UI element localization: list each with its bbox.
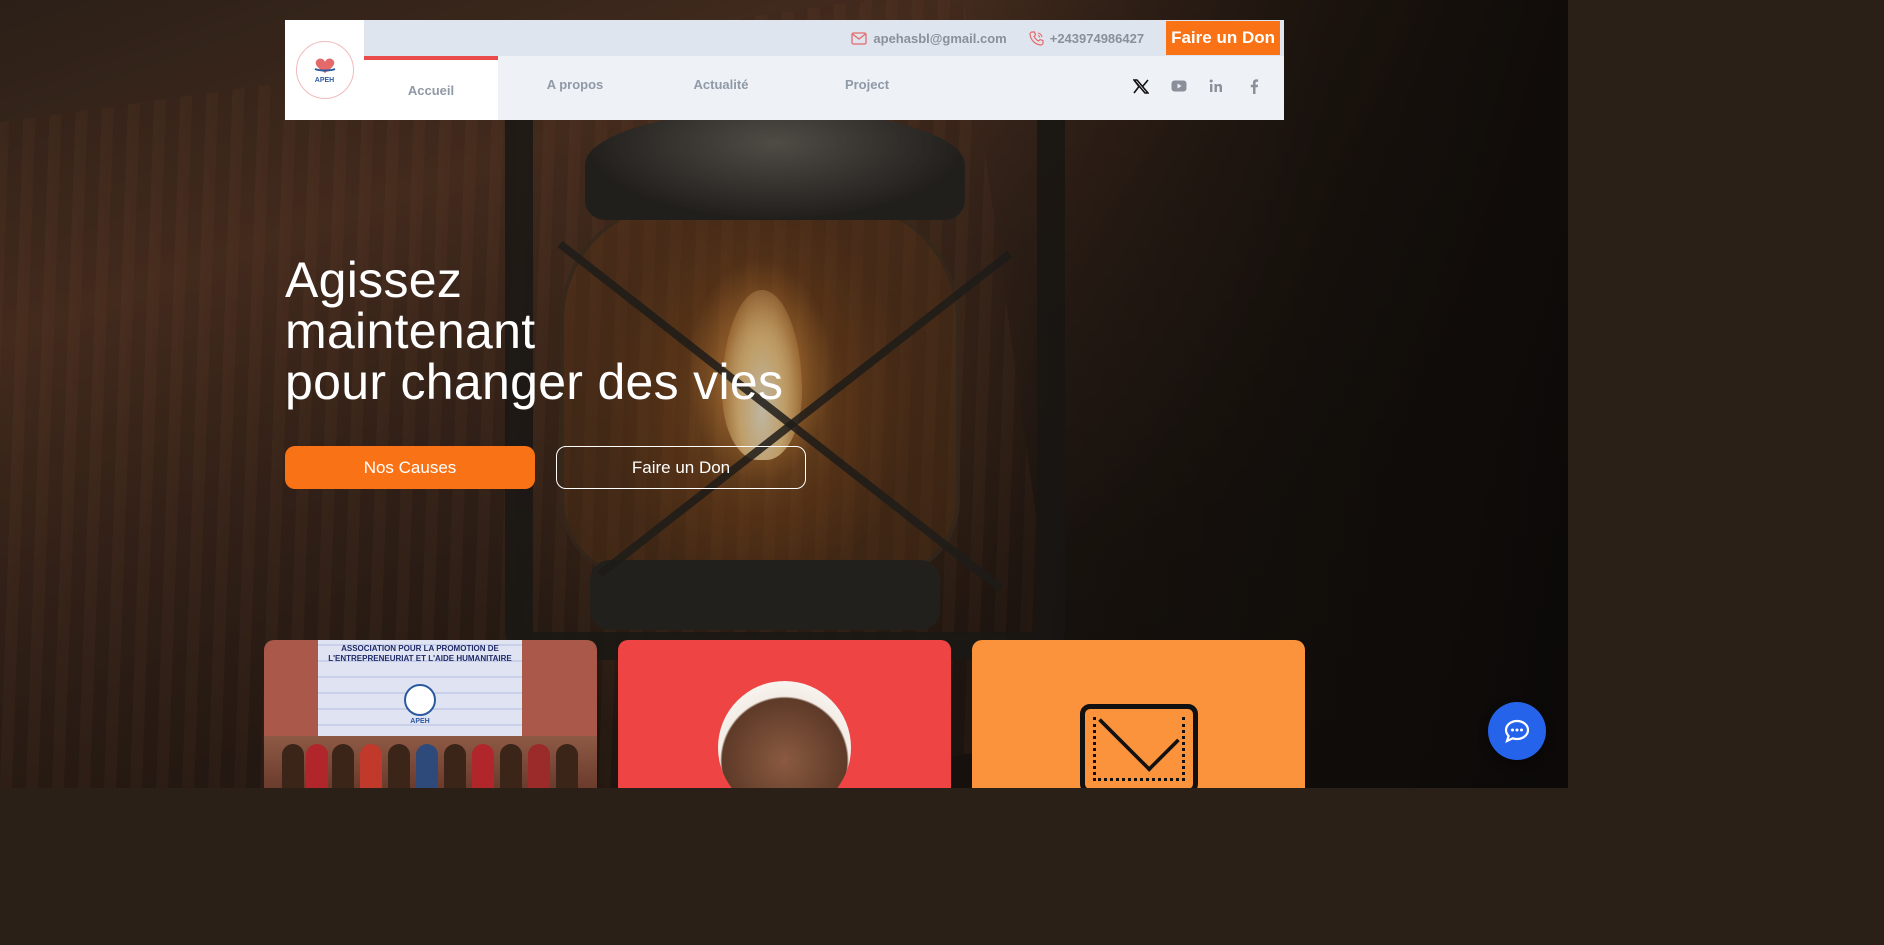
nav-item-accueil[interactable]: Accueil — [364, 56, 498, 120]
nav-item-project[interactable]: Project — [802, 52, 932, 116]
faire-un-don-button[interactable]: Faire un Don — [556, 446, 806, 489]
banner-title: ASSOCIATION POUR LA PROMOTION DE L'ENTRE… — [328, 644, 512, 663]
nos-causes-button[interactable]: Nos Causes — [285, 446, 535, 489]
logo-emblem: APEH — [295, 41, 354, 99]
header-topbar: apehasbl@gmail.com +243974986427 Faire u… — [364, 20, 1284, 56]
logo-text: APEH — [314, 76, 335, 84]
youtube-icon[interactable] — [1169, 76, 1189, 96]
mail-icon — [851, 31, 868, 45]
email-text: apehasbl@gmail.com — [873, 30, 1007, 46]
person-figure — [444, 744, 466, 788]
hero-title: Agissez maintenant pour changer des vies — [285, 255, 783, 408]
person-figure — [472, 744, 494, 788]
hero-title-line: pour changer des vies — [285, 354, 784, 410]
person-figure — [306, 744, 328, 788]
x-icon[interactable] — [1131, 76, 1151, 96]
phone-text: +243974986427 — [1049, 30, 1145, 46]
chat-bubble-icon — [1504, 719, 1530, 743]
banner-logo-icon — [404, 684, 436, 716]
card-group-photo[interactable]: ASSOCIATION POUR LA PROMOTION DE L'ENTRE… — [264, 640, 597, 788]
person-figure — [528, 744, 550, 788]
person-figure — [416, 744, 438, 788]
person-figure — [500, 744, 522, 788]
linkedin-icon[interactable] — [1206, 76, 1226, 96]
phone-link[interactable]: +243974986427 — [1029, 31, 1144, 46]
logo-heart-icon — [314, 58, 335, 73]
main-nav: Accueil A propos Actualité Project — [364, 56, 1284, 120]
person-figure — [360, 744, 382, 788]
children-group — [264, 736, 597, 788]
person-figure — [388, 744, 410, 788]
site-logo[interactable]: APEH — [285, 20, 364, 120]
card-contact[interactable] — [972, 640, 1305, 788]
chat-button[interactable] — [1488, 702, 1546, 760]
envelope-icon — [1080, 690, 1198, 788]
facebook-icon[interactable] — [1244, 76, 1264, 96]
person-figure — [282, 744, 304, 788]
site-header: APEH apehasbl@gmail.com +243974986427 Fa… — [285, 20, 1284, 120]
hands-together-photo — [718, 681, 851, 788]
person-figure — [556, 744, 578, 788]
person-figure — [332, 744, 354, 788]
email-link[interactable]: apehasbl@gmail.com — [851, 30, 1007, 46]
hero-title-line: maintenant — [285, 303, 536, 359]
phone-icon — [1029, 30, 1044, 46]
banner-sub: APEH — [410, 718, 430, 725]
nav-item-a-propos[interactable]: A propos — [510, 52, 640, 116]
card-hands[interactable] — [618, 640, 951, 788]
nav-item-actualite[interactable]: Actualité — [656, 52, 786, 116]
hero-title-line: Agissez — [285, 252, 463, 308]
top-donate-button[interactable]: Faire un Don — [1166, 21, 1280, 55]
